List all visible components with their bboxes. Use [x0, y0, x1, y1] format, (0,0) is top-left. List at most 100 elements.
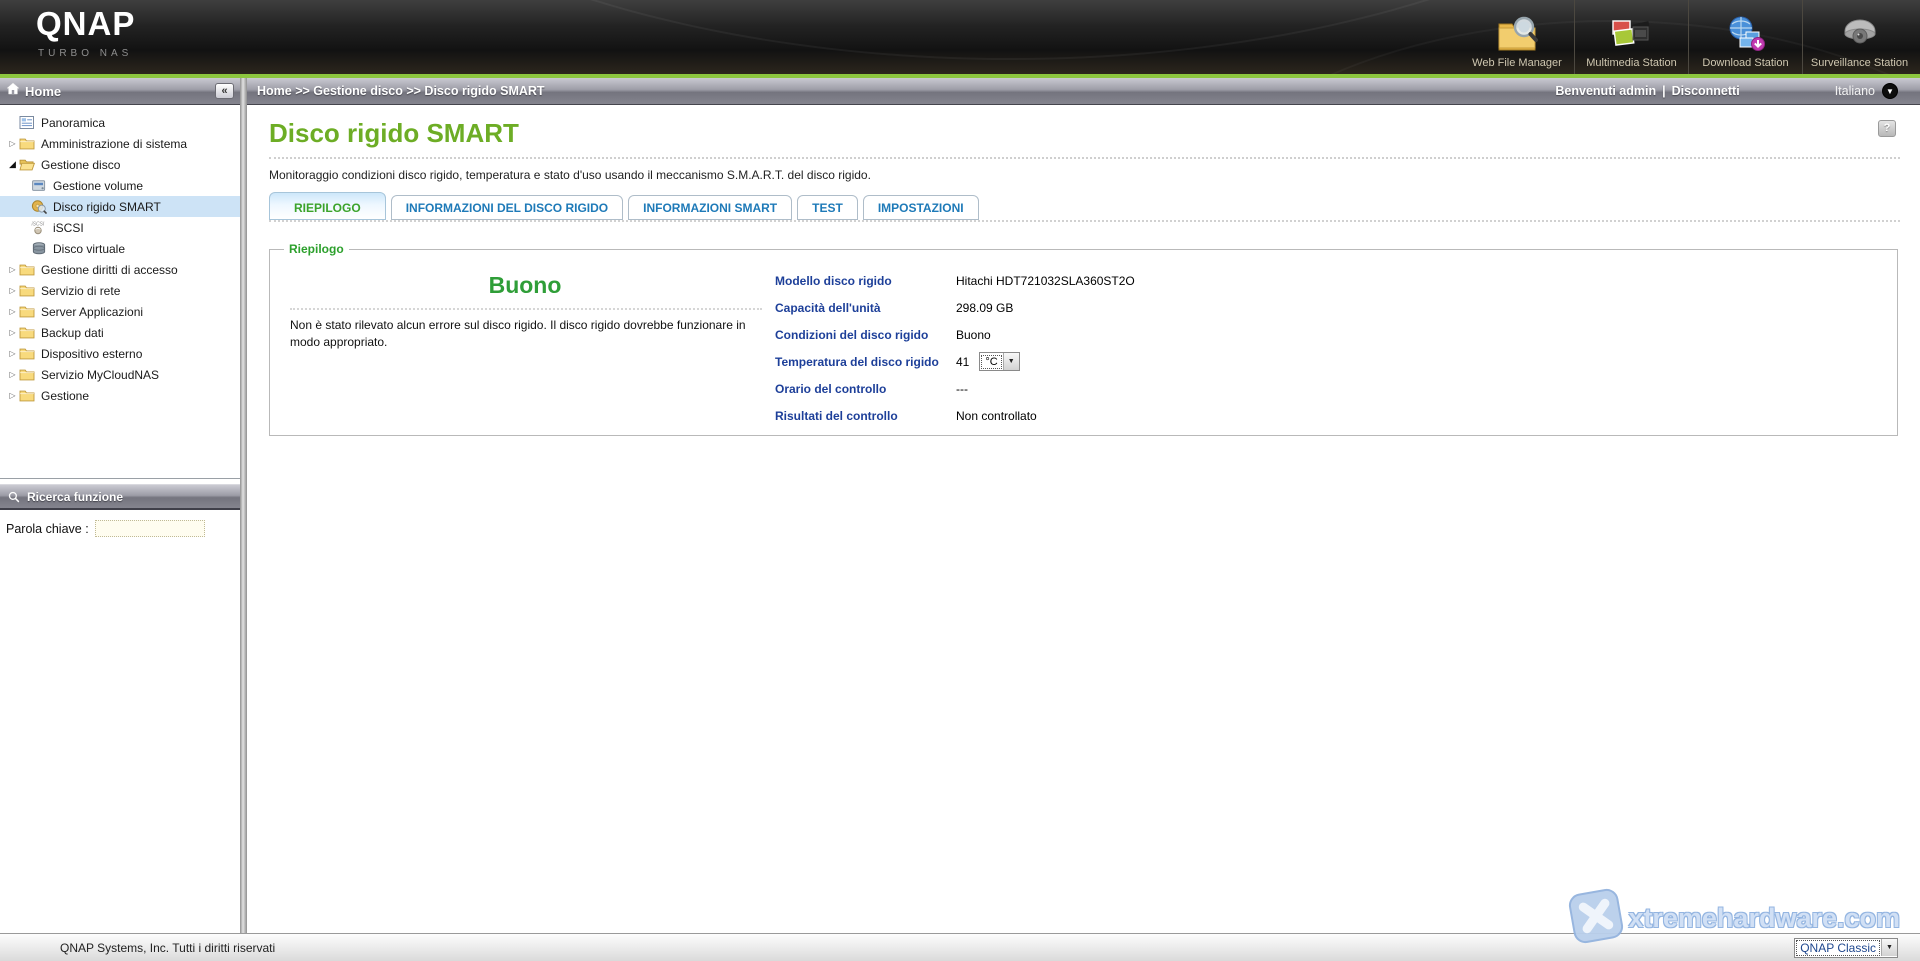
separator-text: |	[1662, 84, 1666, 98]
sidebar-item-dispositivo-esterno[interactable]: ▷ Dispositivo esterno	[0, 343, 240, 364]
welcome-text: Benvenuti admin	[1555, 84, 1656, 98]
tree-collapsed-icon[interactable]: ▷	[6, 349, 19, 358]
tree-collapsed-icon[interactable]: ▷	[6, 370, 19, 379]
sidebar-item-server-applicazioni[interactable]: ▷Server Applicazioni	[0, 301, 240, 322]
volume-icon	[31, 178, 48, 193]
sidebar-item-label: Disco rigido SMART	[53, 200, 161, 214]
folder-icon	[19, 304, 36, 319]
tree-collapsed-icon[interactable]: ▷	[6, 265, 19, 274]
copyright-text: QNAP Systems, Inc. Tutti i diritti riser…	[60, 941, 275, 955]
tab-riepilogo[interactable]: RIEPILOGO	[269, 192, 386, 220]
virtual-disk-icon	[31, 241, 48, 256]
folder-icon	[19, 325, 36, 340]
qnap-logo: QNAP	[36, 5, 135, 43]
folder-icon	[19, 346, 36, 361]
tree-collapsed-icon[interactable]: ▷	[6, 328, 19, 337]
language-dropdown-icon[interactable]: ▼	[1882, 83, 1898, 99]
sidebar-item-gestione-volume[interactable]: Gestione volume	[0, 175, 240, 196]
theme-select-value: QNAP Classic	[1796, 940, 1880, 956]
tree-expanded-icon[interactable]: ◢	[6, 159, 19, 170]
multimedia-station-icon	[1611, 10, 1653, 56]
tree-collapsed-icon[interactable]: ▷	[6, 391, 19, 400]
overview-icon	[19, 115, 36, 130]
detail-label: Capacità dell'unità	[775, 301, 956, 315]
summary-status-column: Buono Non è stato rilevato alcun errore …	[270, 264, 775, 434]
page-title: Disco rigido SMART	[269, 118, 1900, 149]
station-label: Download Station	[1702, 57, 1788, 69]
logout-link[interactable]: Disconnetti	[1672, 84, 1740, 98]
smart-disk-icon	[31, 199, 48, 214]
download-station-icon	[1725, 10, 1767, 56]
temperature-unit-select[interactable]: °C▼	[979, 352, 1019, 371]
station-web-file-manager[interactable]: Web File Manager	[1460, 0, 1574, 74]
sidebar-item-servizio-di-rete[interactable]: ▷Servizio di rete	[0, 280, 240, 301]
sidebar-item-backup-dati[interactable]: ▷ Backup dati	[0, 322, 240, 343]
qnap-logo-subtitle: TURBO NAS	[38, 48, 132, 59]
summary-row-risultati-del-controllo: Risultati del controlloNon controllato	[775, 407, 1897, 424]
folder-icon	[19, 283, 36, 298]
station-launcher: Web File Manager Multimedia Station Downlo…	[1460, 0, 1916, 74]
temperature-unit-value: °C	[981, 355, 1001, 369]
summary-row-orario-del-controllo: Orario del controllo---	[775, 380, 1897, 397]
station-multimedia-station[interactable]: Multimedia Station	[1574, 0, 1688, 74]
station-download-station[interactable]: Download Station	[1688, 0, 1802, 74]
sidebar-item-iscsi[interactable]: iSCSIiSCSI	[0, 217, 240, 238]
sidebar-item-gestione-disco[interactable]: ◢Gestione disco	[0, 154, 240, 175]
tab-impostazioni[interactable]: IMPOSTAZIONI	[863, 195, 979, 220]
station-surveillance-station[interactable]: Surveillance Station	[1802, 0, 1916, 74]
tab-informazioni-smart[interactable]: INFORMAZIONI SMART	[628, 195, 792, 220]
tree-collapsed-icon[interactable]: ▷	[6, 307, 19, 316]
sidebar-item-amministrazione-di-sistema[interactable]: ▷ Amministrazione di sistema	[0, 133, 240, 154]
sidebar-item-gestione-diritti-di-accesso[interactable]: ▷Gestione diritti di accesso	[0, 259, 240, 280]
sidebar-item-label: Amministrazione di sistema	[41, 137, 187, 151]
sidebar-header-title: Home	[25, 84, 61, 99]
detail-value: 298.09 GB	[956, 301, 1013, 315]
theme-select[interactable]: QNAP Classic ▼	[1794, 938, 1898, 958]
tab-test[interactable]: TEST	[797, 195, 858, 220]
keyword-input[interactable]	[95, 520, 205, 537]
footer: QNAP Systems, Inc. Tutti i diritti riser…	[0, 933, 1920, 961]
language-label[interactable]: Italiano	[1835, 84, 1875, 98]
sidebar-item-panoramica[interactable]: Panoramica	[0, 112, 240, 133]
folder-icon	[19, 388, 36, 403]
function-search-header: Ricerca funzione	[0, 484, 240, 510]
dropdown-arrow-icon: ▼	[1881, 939, 1897, 956]
summary-row-modello-disco-rigido: Modello disco rigidoHitachi HDT721032SLA…	[775, 272, 1897, 289]
summary-row-condizioni-del-disco-rigido: Condizioni del disco rigidoBuono	[775, 326, 1897, 343]
help-button[interactable]: ?	[1878, 120, 1896, 137]
sidebar-collapse-button[interactable]: «	[215, 83, 234, 99]
folder-icon	[19, 262, 36, 277]
detail-label: Temperatura del disco rigido	[775, 355, 956, 369]
sidebar-item-label: Dispositivo esterno	[41, 347, 142, 361]
station-label: Web File Manager	[1472, 57, 1562, 69]
summary-legend: Riepilogo	[284, 242, 349, 256]
keyword-label: Parola chiave :	[6, 522, 89, 536]
detail-value: Buono	[956, 328, 991, 342]
summary-row-temperatura-del-disco-rigido: Temperatura del disco rigido41°C▼	[775, 353, 1897, 370]
detail-value: Non controllato	[956, 409, 1037, 423]
divider-line	[269, 157, 1900, 159]
tree-collapsed-icon[interactable]: ▷	[6, 286, 19, 295]
sidebar-item-label: Servizio MyCloudNAS	[41, 368, 159, 382]
sidebar-item-gestione[interactable]: ▷ Gestione	[0, 385, 240, 406]
sidebar-item-label: Gestione	[41, 389, 89, 403]
divider-line	[290, 308, 762, 310]
sidebar-item-disco-rigido-smart[interactable]: Disco rigido SMART	[0, 196, 240, 217]
detail-label: Modello disco rigido	[775, 274, 956, 288]
topbar: Home « Home >> Gestione disco >> Disco r…	[0, 78, 1920, 105]
sidebar-item-servizio-mycloudnas[interactable]: ▷ Servizio MyCloudNAS	[0, 364, 240, 385]
summary-details-column: Modello disco rigidoHitachi HDT721032SLA…	[775, 264, 1897, 434]
sidebar-item-disco-virtuale[interactable]: Disco virtuale	[0, 238, 240, 259]
tree-collapsed-icon[interactable]: ▷	[6, 139, 19, 148]
summary-fieldset: Riepilogo Buono Non è stato rilevato alc…	[269, 242, 1898, 436]
detail-label: Condizioni del disco rigido	[775, 328, 956, 342]
disk-status-note: Non è stato rilevato alcun errore sul di…	[290, 317, 770, 351]
sidebar: Panoramica▷Amministrazione di sistema◢Ge…	[0, 105, 240, 933]
sidebar-item-label: Gestione volume	[53, 179, 143, 193]
sidebar-header: Home «	[0, 78, 240, 105]
tab-informazioni-del-disco-rigido[interactable]: INFORMAZIONI DEL DISCO RIGIDO	[391, 195, 623, 220]
disk-status: Buono	[290, 272, 760, 299]
breadcrumb[interactable]: Home >> Gestione disco >> Disco rigido S…	[257, 84, 545, 98]
sidebar-item-label: Backup dati	[41, 326, 104, 340]
tab-bar: RIEPILOGOINFORMAZIONI DEL DISCO RIGIDOIN…	[269, 192, 1900, 220]
